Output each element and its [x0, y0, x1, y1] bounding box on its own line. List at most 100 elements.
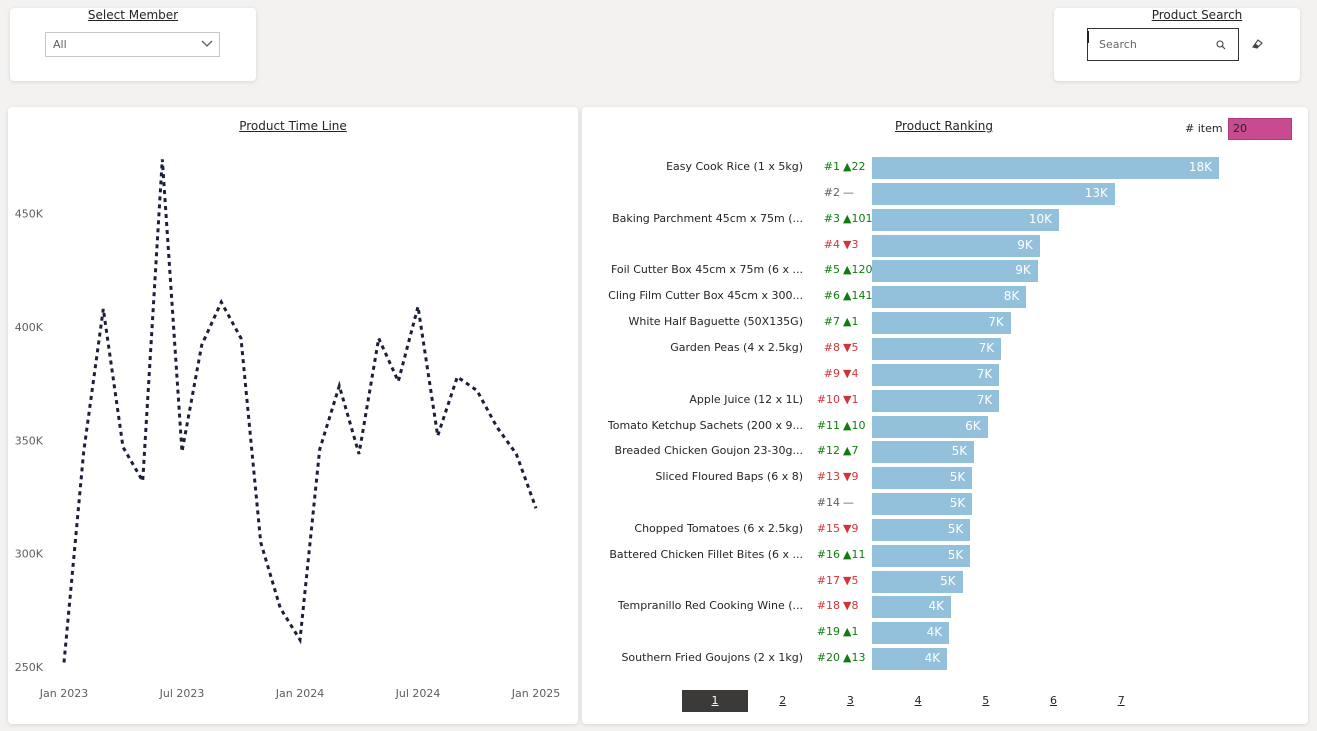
rank-change: ▲1	[843, 625, 859, 639]
rank-change: —	[843, 496, 854, 510]
ranking-row[interactable]: Sliced Floured Baps (6 x 8) #13 ▼9 5K	[582, 467, 1306, 490]
ranking-row[interactable]: #2— 13K	[582, 182, 1306, 205]
page-button-3[interactable]: 3	[817, 690, 883, 712]
member-dropdown[interactable]: All	[45, 32, 220, 57]
ranking-bar[interactable]: 5K	[872, 441, 975, 464]
chevron-down-icon	[201, 40, 213, 47]
bar-value-label: 6K	[965, 418, 981, 433]
rank-change: ▲22	[843, 160, 866, 173]
ranking-row[interactable]: Breaded Chicken Goujon 23-30g... #12 ▲7 5K	[582, 441, 1306, 464]
ranking-row[interactable]: Foil Cutter Box 45cm x 75m (6 x ... #5 ▲12…	[582, 260, 1306, 283]
ranking-row[interactable]: Cling Film Cutter Box 45cm x 300... #6 ▲14…	[582, 286, 1306, 309]
ranking-bar[interactable]: 5K	[872, 518, 971, 541]
member-dropdown-value: All	[53, 38, 67, 51]
rank-position: #11	[816, 418, 840, 432]
rank-position: #10	[816, 392, 840, 406]
search-input[interactable]: Search	[1087, 28, 1239, 61]
product-name: Easy Cook Rice (1 x 5kg)	[666, 160, 803, 173]
page-button-6[interactable]: 6	[1021, 690, 1087, 712]
text-cursor	[1087, 31, 1089, 43]
product-name: Cling Film Cutter Box 45cm x 300...	[608, 289, 803, 303]
ranking-bar[interactable]: 7K	[872, 389, 1000, 412]
rank-position: #1	[823, 160, 840, 173]
ranking-bar[interactable]: 9K	[872, 260, 1038, 283]
y-tick-label: 300K	[15, 548, 44, 561]
y-tick-label: 350K	[15, 434, 44, 447]
page-button-1[interactable]: 1	[682, 690, 748, 712]
product-name: Foil Cutter Box 45cm x 75m (6 x ...	[610, 263, 803, 277]
bar-value-label: 13K	[1084, 185, 1108, 200]
ranking-bar[interactable]: 5K	[872, 570, 963, 593]
product-name: Sliced Floured Baps (6 x 8)	[655, 470, 803, 484]
rank-change: ▲10	[843, 418, 866, 432]
rank-change: ▼9	[843, 470, 859, 484]
ranking-row[interactable]: #9 ▼4 7K	[582, 363, 1306, 386]
product-name: Baking Parchment 45cm x 75m (...	[612, 211, 803, 225]
ranking-bar[interactable]: 7K	[872, 363, 1000, 386]
ranking-row[interactable]: #19 ▲1 4K	[582, 622, 1306, 645]
ranking-bar[interactable]: 7K	[872, 337, 1002, 360]
rank-position: #15	[816, 521, 840, 535]
pagination: 1234567	[682, 690, 1242, 714]
ranking-bar[interactable]: 7K	[872, 312, 1011, 335]
ranking-bar[interactable]: 5K	[872, 493, 973, 516]
item-count-label: # item	[1185, 122, 1223, 135]
ranking-row[interactable]: Southern Fried Goujons (2 x 1kg) #20 ▲13 4K	[582, 648, 1306, 671]
bar-value-label: 7K	[976, 366, 993, 381]
ranking-row[interactable]: Tempranillo Red Cooking Wine (... #18 ▼8 4K	[582, 596, 1306, 619]
member-slicer-title: Select Member	[87, 8, 179, 22]
ranking-row[interactable]: Baking Parchment 45cm x 75m (... #3 ▲101 10…	[582, 208, 1306, 231]
rank-change: ▼1	[843, 392, 859, 406]
ranking-bar[interactable]: 4K	[872, 596, 952, 619]
ranking-row[interactable]: Apple Juice (12 x 1L) #10 ▼1 7K	[582, 389, 1306, 412]
rank-position: #4	[823, 237, 840, 251]
product-name: Breaded Chicken Goujon 23-30g...	[614, 444, 803, 458]
ranking-bar[interactable]: 4K	[872, 648, 948, 671]
ranking-row[interactable]: Garden Peas (4 x 2.5kg) #8 ▼5 7K	[582, 337, 1306, 360]
ranking-bar[interactable]: 8K	[872, 286, 1027, 309]
rank-position: #6	[823, 289, 840, 303]
product-name: Garden Peas (4 x 2.5kg)	[670, 340, 803, 354]
rank-change: ▲7	[843, 444, 859, 458]
bar-value-label: 5K	[940, 573, 956, 588]
ranking-bar[interactable]: 18K	[872, 157, 1219, 179]
bar-value-label: 5K	[949, 470, 966, 485]
ranking-row[interactable]: White Half Baguette (50X135G) #7 ▲1 7K	[582, 312, 1306, 335]
ranking-bar[interactable]: 6K	[872, 415, 988, 438]
ranking-row[interactable]: Easy Cook Rice (1 x 5kg) #1 ▲22 18K	[582, 157, 1306, 179]
rank-change: ▼3	[843, 237, 859, 251]
ranking-row[interactable]: Tomato Ketchup Sachets (200 x 9... #11 ▲10…	[582, 415, 1306, 438]
eraser-icon[interactable]	[1251, 39, 1263, 49]
ranking-row[interactable]: #14— 5K	[582, 493, 1306, 516]
ranking-bar[interactable]: 4K	[872, 622, 950, 645]
y-tick-label: 250K	[15, 661, 44, 674]
rank-position: #17	[816, 573, 840, 587]
rank-position: #20	[816, 651, 840, 665]
search-panel: Product Search Search	[1054, 8, 1300, 81]
ranking-bar[interactable]: 5K	[872, 467, 973, 490]
ranking-bar[interactable]: 5K	[872, 544, 971, 567]
ranking-bar[interactable]: 9K	[872, 234, 1040, 257]
page-button-7[interactable]: 7	[1088, 690, 1154, 712]
bar-value-label: 7K	[978, 340, 995, 355]
search-icon[interactable]	[1216, 40, 1226, 50]
page-button-5[interactable]: 5	[953, 690, 1019, 712]
ranking-bar[interactable]: 13K	[872, 182, 1115, 205]
x-tick-label: Jan 2024	[275, 687, 324, 700]
ranking-row[interactable]: #4 ▼3 9K	[582, 234, 1306, 257]
page-button-4[interactable]: 4	[885, 690, 951, 712]
rank-change: ▼5	[843, 340, 859, 354]
ranking-row[interactable]: #17 ▼5 5K	[582, 570, 1306, 593]
page-button-2[interactable]: 2	[750, 690, 816, 712]
bar-value-label: 4K	[924, 651, 941, 666]
search-placeholder: Search	[1099, 38, 1137, 51]
item-count-input[interactable]: 20	[1228, 118, 1292, 140]
ranking-row[interactable]: Chopped Tomatoes (6 x 2.5kg) #15 ▼9 5K	[582, 518, 1306, 541]
y-tick-label: 450K	[15, 208, 44, 221]
ranking-row[interactable]: Battered Chicken Fillet Bites (6 x ... #1…	[582, 544, 1306, 567]
rank-position: #18	[816, 599, 840, 613]
timeline-series-line[interactable]	[62, 159, 538, 663]
rank-position: #2	[823, 185, 840, 199]
ranking-bar[interactable]: 10K	[872, 208, 1059, 231]
x-tick-label: Jan 2023	[39, 687, 88, 700]
